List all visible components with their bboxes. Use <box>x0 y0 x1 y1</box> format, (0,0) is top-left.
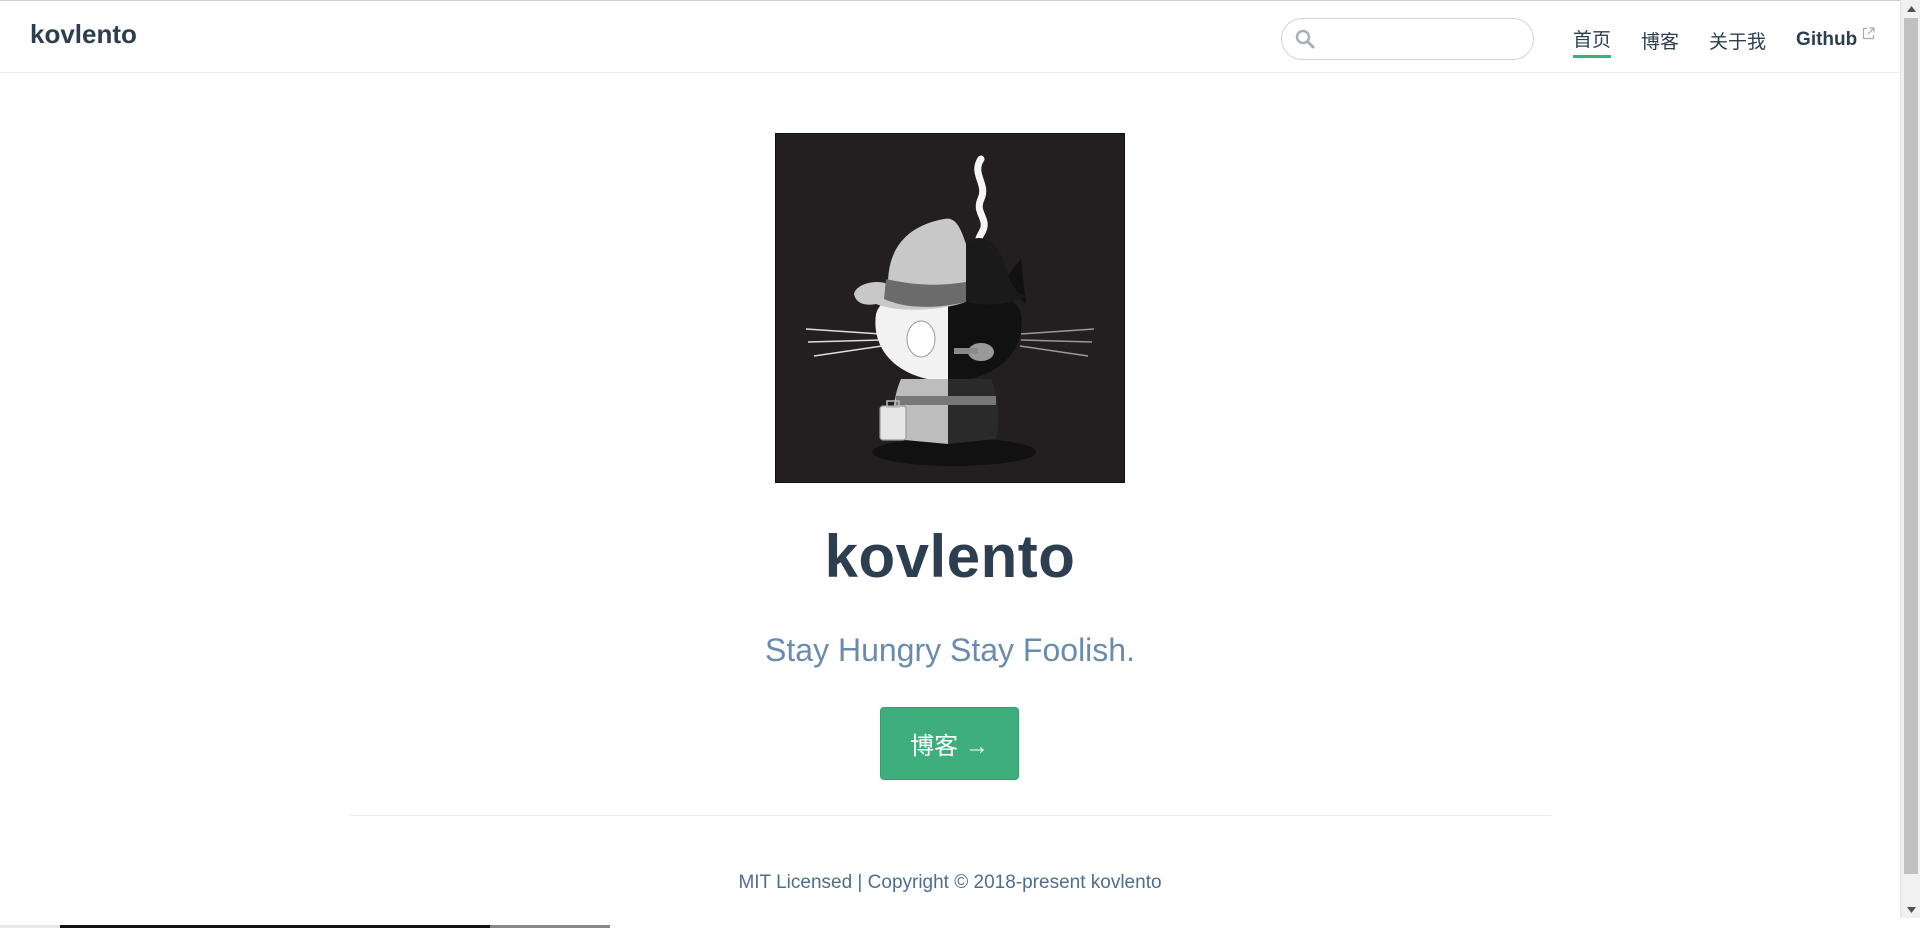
vertical-scrollbar[interactable] <box>1900 0 1920 918</box>
nav-link-github[interactable]: Github <box>1796 27 1875 54</box>
search-box[interactable] <box>1281 18 1534 60</box>
nav-link-about[interactable]: 关于我 <box>1709 27 1766 57</box>
search-input[interactable] <box>1326 25 1521 53</box>
footer-divider <box>350 815 1551 816</box>
blog-action-button[interactable]: 博客 → <box>880 707 1019 780</box>
footer: MIT Licensed | Copyright © 2018-present … <box>738 872 1162 893</box>
octocat-detective-illustration <box>805 155 1095 466</box>
nav-link-github-label: Github <box>1796 29 1858 50</box>
hero-image <box>775 133 1125 483</box>
nav-link-blog[interactable]: 博客 <box>1641 27 1679 57</box>
nav-links: 首页 博客 关于我 Github <box>1573 25 1875 58</box>
search-icon <box>1295 29 1315 49</box>
hero-title: kovlento <box>824 523 1076 590</box>
nav-link-home[interactable]: 首页 <box>1573 25 1612 58</box>
navbar: kovlento 首页 博客 关于我 Github <box>0 0 1900 73</box>
external-link-icon <box>1863 27 1875 40</box>
hero-description: Stay Hungry Stay Foolish. <box>765 632 1135 668</box>
scroll-up-arrow-icon[interactable] <box>1901 0 1920 17</box>
site-name[interactable]: kovlento <box>30 19 137 50</box>
scroll-down-arrow-icon[interactable] <box>1901 901 1920 918</box>
scroll-thumb[interactable] <box>1904 18 1918 874</box>
